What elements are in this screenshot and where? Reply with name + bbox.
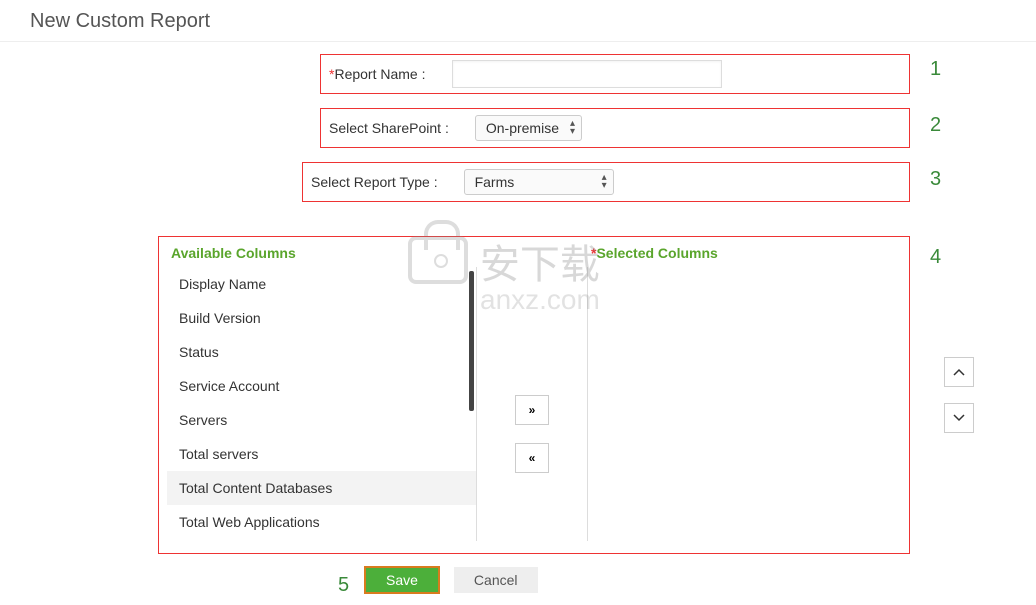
annotation-3: 3 <box>930 168 941 191</box>
list-item[interactable]: Service Account <box>167 369 476 403</box>
save-button[interactable]: Save <box>364 566 440 594</box>
columns-section: Available Columns *Selected Columns Disp… <box>158 236 910 554</box>
report-name-row: *Report Name : <box>320 54 910 94</box>
chevron-up-icon <box>953 368 965 376</box>
move-down-button[interactable] <box>944 403 974 433</box>
list-item[interactable]: Total Content Databases <box>167 471 476 505</box>
sharepoint-label: Select SharePoint : <box>329 120 449 136</box>
selected-columns-header: *Selected Columns <box>551 245 897 261</box>
report-type-select[interactable]: Farms ▴▾ <box>464 169 614 195</box>
selected-columns-list[interactable] <box>587 267 909 541</box>
list-item[interactable]: Servers <box>167 403 476 437</box>
report-type-value: Farms <box>475 174 515 190</box>
scrollbar[interactable] <box>469 271 474 411</box>
chevron-updown-icon: ▴▾ <box>602 174 607 190</box>
move-right-button[interactable]: » <box>515 395 549 425</box>
annotation-2: 2 <box>930 114 941 137</box>
report-type-label: Select Report Type : <box>311 174 438 190</box>
annotation-4: 4 <box>930 246 941 269</box>
cancel-button[interactable]: Cancel <box>454 567 538 593</box>
list-item[interactable]: Display Name <box>167 267 476 301</box>
sharepoint-row: Select SharePoint : On-premise ▴▾ <box>320 108 910 148</box>
chevron-updown-icon: ▴▾ <box>570 120 575 136</box>
available-columns-list[interactable]: Display Name Build Version Status Servic… <box>167 267 477 541</box>
list-item[interactable]: Status <box>167 335 476 369</box>
list-item[interactable]: Total Web Applications <box>167 505 476 539</box>
annotation-1: 1 <box>930 58 941 81</box>
page-title: New Custom Report <box>0 0 1036 42</box>
move-up-button[interactable] <box>944 357 974 387</box>
sharepoint-value: On-premise <box>486 120 559 136</box>
list-item[interactable]: Build Version <box>167 301 476 335</box>
annotation-5: 5 <box>338 574 349 597</box>
move-left-button[interactable]: « <box>515 443 549 473</box>
report-type-row: Select Report Type : Farms ▴▾ <box>302 162 910 202</box>
list-item[interactable]: Total servers <box>167 437 476 471</box>
report-name-input[interactable] <box>452 60 722 88</box>
chevron-down-icon <box>953 414 965 422</box>
report-name-label: *Report Name : <box>329 66 426 82</box>
sharepoint-select[interactable]: On-premise ▴▾ <box>475 115 582 141</box>
available-columns-header: Available Columns <box>171 245 551 261</box>
